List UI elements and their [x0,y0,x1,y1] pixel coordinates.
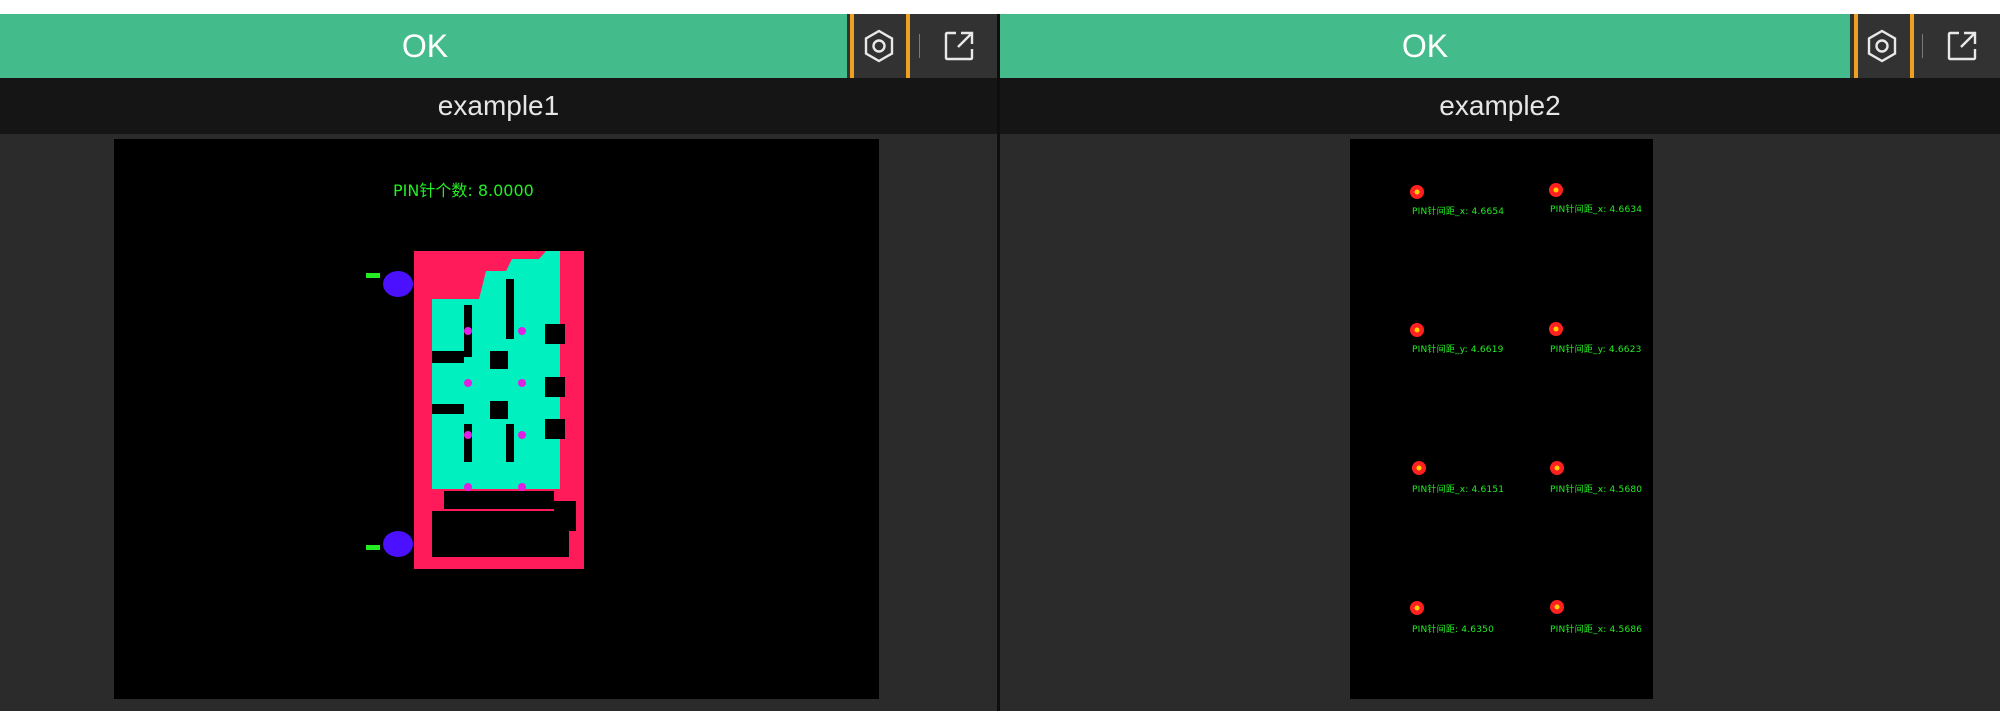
point-marker [1410,185,1424,199]
header-toolbar [847,14,997,78]
measurement-label: PIN针间距_x: 4.6151 [1412,485,1505,495]
measurement-label: PIN针间距_x: 4.5680 [1550,485,1643,495]
open-external-button[interactable] [1934,14,1990,78]
point-marker [1410,601,1424,615]
point-marker [1550,461,1564,475]
panel-header: OK [0,14,997,86]
panel-title: example1 [0,78,997,134]
side-pin-top [383,271,413,297]
status-label: OK [1401,28,1449,64]
open-external-button[interactable] [931,14,987,78]
header-toolbar [1850,14,2000,78]
measurement-label: PIN针间距_x: 4.5686 [1550,625,1643,635]
point-marker [1549,183,1563,197]
measurement-label: PIN针间距_y: 4.6619 [1412,345,1504,355]
open-external-icon [944,31,974,61]
settings-hexagon-icon [864,29,894,63]
measurement-label: PIN针间距_x: 4.6634 [1550,205,1643,215]
settings-button[interactable] [851,14,907,78]
side-pin-bottom [383,531,413,557]
result-panel-1: OK example1 PIN针个数: 8.0000 [0,14,997,711]
image-viewer[interactable]: PIN针间距_x: 4.6654 PIN针间距_x: 4.6634 PIN针间距… [1350,139,1653,699]
settings-button[interactable] [1854,14,1910,78]
panel-title: example2 [1000,78,2000,134]
status-label: OK [401,28,449,64]
point-marker [1550,600,1564,614]
settings-hexagon-icon [1867,29,1897,63]
toolbar-separator [919,34,920,58]
measurement-label: PIN针间距_y: 4.6623 [1550,345,1642,355]
result-panel-2: OK example2 PIN针间距_x: 4.6654 PIN针间距_x: 4… [1000,14,2000,711]
measurement-label: PIN针间距_x: 4.6654 [1412,207,1505,217]
inspection-image [366,251,584,569]
measurement-label: PIN针间距: 4.6350 [1412,625,1494,635]
toolbar-separator [1922,34,1923,58]
point-marker [1412,461,1426,475]
point-marker [1549,322,1563,336]
point-marker [1410,323,1424,337]
image-viewer[interactable]: PIN针个数: 8.0000 [114,139,879,699]
open-external-icon [1947,31,1977,61]
panel-header: OK [1000,14,2000,86]
